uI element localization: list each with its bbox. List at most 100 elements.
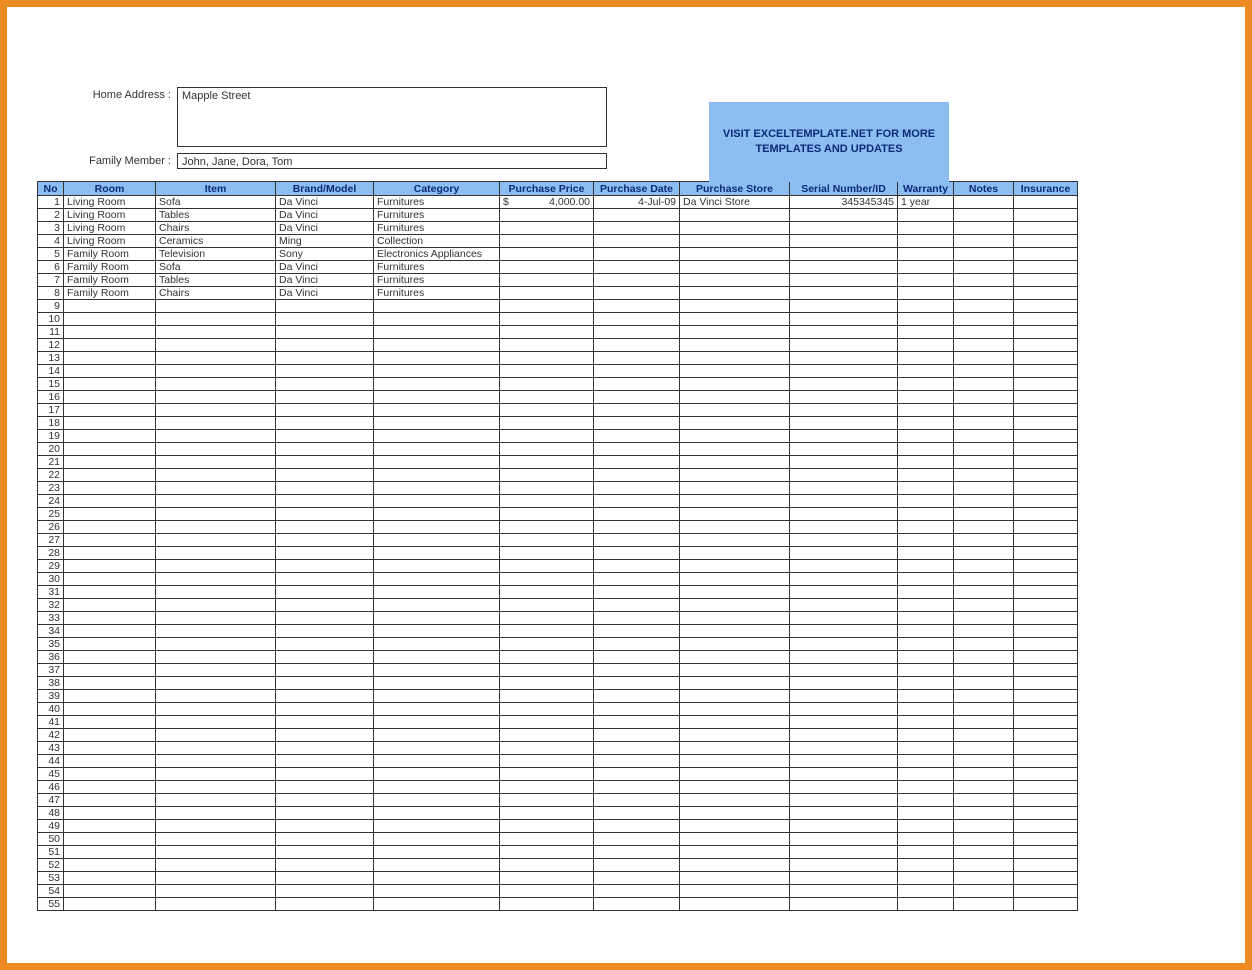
cell-no[interactable]: 37	[38, 664, 64, 677]
cell-notes[interactable]	[954, 729, 1014, 742]
cell-brand[interactable]	[276, 378, 374, 391]
cell-room[interactable]	[64, 703, 156, 716]
cell-store[interactable]	[680, 404, 790, 417]
cell-price[interactable]	[500, 742, 594, 755]
cell-insurance[interactable]	[1014, 456, 1078, 469]
cell-warranty[interactable]	[898, 469, 954, 482]
cell-category[interactable]	[374, 833, 500, 846]
cell-room[interactable]: Family Room	[64, 287, 156, 300]
cell-warranty[interactable]	[898, 625, 954, 638]
cell-no[interactable]: 34	[38, 625, 64, 638]
cell-serial[interactable]	[790, 872, 898, 885]
cell-price[interactable]	[500, 768, 594, 781]
cell-date[interactable]	[594, 404, 680, 417]
cell-date[interactable]	[594, 560, 680, 573]
cell-store[interactable]	[680, 690, 790, 703]
cell-date[interactable]	[594, 391, 680, 404]
cell-room[interactable]: Family Room	[64, 248, 156, 261]
cell-room[interactable]	[64, 690, 156, 703]
cell-item[interactable]	[156, 651, 276, 664]
cell-serial[interactable]	[790, 469, 898, 482]
cell-brand[interactable]	[276, 469, 374, 482]
cell-date[interactable]	[594, 586, 680, 599]
cell-store[interactable]	[680, 248, 790, 261]
cell-store[interactable]	[680, 755, 790, 768]
cell-category[interactable]: Furnitures	[374, 222, 500, 235]
cell-no[interactable]: 31	[38, 586, 64, 599]
cell-insurance[interactable]	[1014, 729, 1078, 742]
cell-store[interactable]	[680, 287, 790, 300]
cell-room[interactable]	[64, 794, 156, 807]
cell-price[interactable]	[500, 807, 594, 820]
cell-warranty[interactable]	[898, 742, 954, 755]
cell-serial[interactable]	[790, 807, 898, 820]
cell-warranty[interactable]	[898, 456, 954, 469]
cell-notes[interactable]	[954, 339, 1014, 352]
cell-serial[interactable]	[790, 794, 898, 807]
cell-price[interactable]	[500, 781, 594, 794]
cell-no[interactable]: 36	[38, 651, 64, 664]
cell-date[interactable]	[594, 859, 680, 872]
cell-store[interactable]	[680, 300, 790, 313]
cell-brand[interactable]	[276, 508, 374, 521]
cell-category[interactable]	[374, 807, 500, 820]
cell-price[interactable]	[500, 573, 594, 586]
cell-no[interactable]: 53	[38, 872, 64, 885]
cell-date[interactable]	[594, 690, 680, 703]
cell-category[interactable]	[374, 391, 500, 404]
cell-warranty[interactable]	[898, 404, 954, 417]
cell-room[interactable]	[64, 521, 156, 534]
cell-insurance[interactable]	[1014, 417, 1078, 430]
cell-brand[interactable]	[276, 352, 374, 365]
cell-store[interactable]	[680, 326, 790, 339]
cell-insurance[interactable]	[1014, 573, 1078, 586]
cell-no[interactable]: 5	[38, 248, 64, 261]
cell-brand[interactable]	[276, 677, 374, 690]
cell-no[interactable]: 28	[38, 547, 64, 560]
cell-no[interactable]: 2	[38, 209, 64, 222]
cell-price[interactable]	[500, 222, 594, 235]
cell-serial[interactable]	[790, 443, 898, 456]
cell-no[interactable]: 12	[38, 339, 64, 352]
cell-brand[interactable]	[276, 365, 374, 378]
cell-item[interactable]	[156, 508, 276, 521]
cell-brand[interactable]: Da Vinci	[276, 222, 374, 235]
cell-warranty[interactable]	[898, 768, 954, 781]
cell-date[interactable]	[594, 651, 680, 664]
cell-insurance[interactable]	[1014, 391, 1078, 404]
cell-category[interactable]	[374, 638, 500, 651]
cell-item[interactable]: Chairs	[156, 287, 276, 300]
cell-store[interactable]	[680, 625, 790, 638]
cell-warranty[interactable]	[898, 599, 954, 612]
cell-room[interactable]: Living Room	[64, 209, 156, 222]
cell-brand[interactable]	[276, 729, 374, 742]
cell-item[interactable]	[156, 573, 276, 586]
cell-item[interactable]: Sofa	[156, 261, 276, 274]
cell-store[interactable]	[680, 469, 790, 482]
cell-notes[interactable]	[954, 872, 1014, 885]
cell-notes[interactable]	[954, 625, 1014, 638]
cell-store[interactable]	[680, 482, 790, 495]
cell-room[interactable]	[64, 443, 156, 456]
cell-store[interactable]	[680, 508, 790, 521]
cell-price[interactable]	[500, 404, 594, 417]
cell-store[interactable]	[680, 820, 790, 833]
cell-warranty[interactable]	[898, 508, 954, 521]
cell-store[interactable]	[680, 651, 790, 664]
cell-price[interactable]	[500, 313, 594, 326]
cell-room[interactable]	[64, 300, 156, 313]
cell-brand[interactable]: Da Vinci	[276, 209, 374, 222]
cell-store[interactable]	[680, 521, 790, 534]
cell-date[interactable]	[594, 300, 680, 313]
cell-date[interactable]	[594, 248, 680, 261]
cell-notes[interactable]	[954, 274, 1014, 287]
cell-date[interactable]	[594, 287, 680, 300]
cell-date[interactable]	[594, 794, 680, 807]
cell-category[interactable]	[374, 586, 500, 599]
cell-notes[interactable]	[954, 573, 1014, 586]
cell-notes[interactable]	[954, 404, 1014, 417]
cell-item[interactable]: Chairs	[156, 222, 276, 235]
cell-serial[interactable]	[790, 404, 898, 417]
cell-insurance[interactable]	[1014, 352, 1078, 365]
cell-category[interactable]	[374, 859, 500, 872]
